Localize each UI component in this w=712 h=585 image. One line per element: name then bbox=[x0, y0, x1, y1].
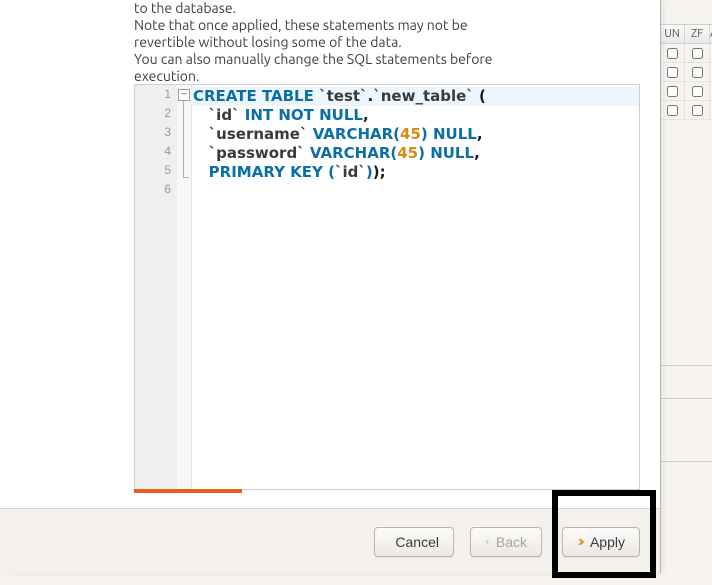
code-line: `username` VARCHAR(45) NULL, bbox=[191, 125, 639, 144]
grid-header-zf: ZF bbox=[685, 25, 710, 43]
grid-row bbox=[660, 101, 712, 120]
line-number: 5 bbox=[135, 161, 177, 180]
line-number-gutter: 1 2 3 4 5 6 bbox=[135, 85, 178, 489]
line-number: 3 bbox=[135, 123, 177, 142]
code-line bbox=[191, 182, 639, 201]
info-line: Note that once applied, these statements… bbox=[134, 17, 638, 34]
fold-column: − bbox=[177, 85, 192, 489]
apply-label: Apply bbox=[590, 534, 625, 550]
back-label: Back bbox=[496, 534, 527, 550]
line-number: 4 bbox=[135, 142, 177, 161]
flag-checkbox[interactable] bbox=[667, 86, 678, 97]
code-area[interactable]: CREATE TABLE `test`.`new_table` ( `id` I… bbox=[191, 85, 639, 489]
code-line: `id` INT NOT NULL, bbox=[191, 106, 639, 125]
flag-checkbox[interactable] bbox=[667, 67, 678, 78]
flag-checkbox[interactable] bbox=[692, 48, 703, 59]
fold-guide-end bbox=[183, 177, 189, 178]
dialog-button-bar: Cancel Back Apply bbox=[0, 508, 660, 573]
code-line: CREATE TABLE `test`.`new_table` ( bbox=[191, 87, 639, 106]
fold-toggle-icon[interactable]: − bbox=[178, 89, 190, 101]
bg-separator bbox=[660, 461, 712, 462]
back-button: Back bbox=[470, 527, 542, 557]
flag-checkbox[interactable] bbox=[692, 67, 703, 78]
flag-checkbox[interactable] bbox=[692, 86, 703, 97]
back-icon bbox=[485, 535, 490, 549]
line-number: 1 bbox=[135, 85, 177, 104]
grid-header: UN ZF A bbox=[660, 24, 712, 44]
apply-icon bbox=[577, 535, 584, 549]
column-flags-grid: UN ZF A bbox=[660, 24, 712, 120]
apply-button[interactable]: Apply bbox=[562, 527, 640, 557]
code-line: PRIMARY KEY (`id`)); bbox=[191, 163, 639, 182]
dialog-description: to the database. Note that once applied,… bbox=[134, 0, 638, 85]
apply-sql-dialog: to the database. Note that once applied,… bbox=[0, 0, 661, 573]
info-line: You can also manually change the SQL sta… bbox=[134, 51, 638, 68]
grid-row bbox=[660, 82, 712, 101]
flag-checkbox[interactable] bbox=[667, 48, 678, 59]
progress-underline bbox=[134, 489, 242, 493]
grid-header-un: UN bbox=[660, 25, 685, 43]
cancel-label: Cancel bbox=[395, 534, 439, 550]
code-line: `password` VARCHAR(45) NULL, bbox=[191, 144, 639, 163]
sql-editor[interactable]: 1 2 3 4 5 6 − CREATE TABLE `test`.`new_t… bbox=[134, 84, 640, 490]
line-number: 6 bbox=[135, 180, 177, 199]
cancel-button[interactable]: Cancel bbox=[374, 527, 454, 557]
grid-row bbox=[660, 63, 712, 82]
bg-separator bbox=[660, 365, 712, 366]
info-line: execution. bbox=[134, 68, 638, 85]
info-line: revertible without losing some of the da… bbox=[134, 34, 638, 51]
fold-guide bbox=[183, 101, 184, 177]
flag-checkbox[interactable] bbox=[692, 105, 703, 116]
line-number: 2 bbox=[135, 104, 177, 123]
bg-separator bbox=[660, 398, 712, 399]
grid-row bbox=[660, 44, 712, 63]
info-line: to the database. bbox=[134, 0, 638, 17]
flag-checkbox[interactable] bbox=[667, 105, 678, 116]
